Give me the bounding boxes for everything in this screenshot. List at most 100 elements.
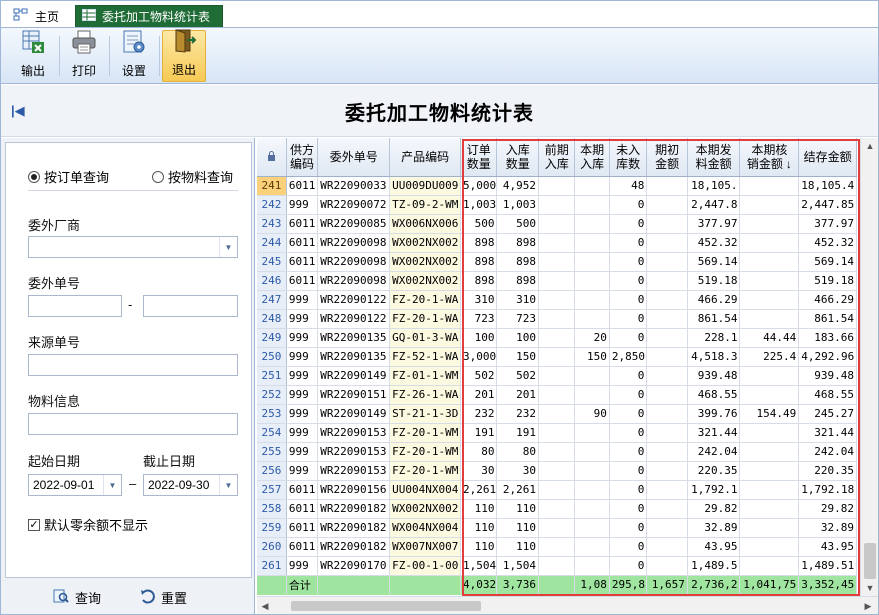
scroll-down-icon[interactable]: ▼ (861, 580, 879, 596)
print-button[interactable]: 打印 (62, 30, 106, 82)
cell-product-code-col: UU004NX004 (389, 480, 462, 500)
vertical-scrollbar[interactable]: ▲ ▼ (860, 138, 878, 596)
cell-closing-amount-col: 377.97 (798, 214, 857, 234)
table-row[interactable]: 248 999 WR22090122 FZ-20-1-WA 723 723 0 861.54 8… (257, 309, 857, 329)
column-header-period-received-col[interactable]: 本期 入库 (574, 138, 610, 177)
home-icon (13, 8, 29, 25)
horizontal-scroll-thumb[interactable] (291, 601, 481, 611)
cell-vendor-code-col: 6011 (286, 176, 319, 196)
table-row[interactable]: 246 6011 WR22090098 WX002NX002 898 898 0 519.18… (257, 271, 857, 291)
cell-pending-qty-col: 0 (609, 537, 648, 557)
reset-button[interactable]: 重置 (139, 588, 187, 607)
scroll-left-icon[interactable]: ◀ (257, 597, 273, 615)
column-header-row-number-col[interactable] (257, 138, 287, 177)
column-header-closing-amount-col[interactable]: 结存金额 (798, 138, 857, 177)
column-header-label: 供方 编码 (290, 142, 315, 171)
table-row[interactable]: 257 6011 WR22090156 UU004NX004 2,261 2,261 0 1,… (257, 480, 857, 500)
table-row[interactable]: 251 999 WR22090149 FZ-01-1-WM 502 502 0 939.48 9… (257, 366, 857, 386)
app-window: 主页 委托加工物料统计表 输出 打印 设置 退出 |◀ 委托加工物料统计表 按订… (0, 0, 879, 615)
cell-period-received-col (574, 442, 610, 462)
table-row[interactable]: 245 6011 WR22090098 WX002NX002 898 898 0 569.14… (257, 252, 857, 272)
cell-row-number-col: 255 (257, 442, 287, 462)
vendor-select[interactable]: ▼ (28, 236, 238, 258)
order-no-to-input[interactable] (143, 295, 238, 317)
cell-vendor-code-col: 6011 (286, 518, 319, 538)
table-row[interactable]: 260 6011 WR22090182 WX007NX007 110 110 0 43.95 4… (257, 537, 857, 557)
vertical-scroll-thumb[interactable] (864, 543, 876, 579)
cell-order-qty-col: 80 (460, 442, 498, 462)
order-no-from-input[interactable] (28, 295, 122, 317)
column-header-order-qty-col[interactable]: 订单 数量 (460, 138, 498, 177)
column-header-vendor-code-col[interactable]: 供方 编码 (286, 138, 319, 177)
cell-row-number-col: 248 (257, 309, 287, 329)
table-row[interactable]: 255 999 WR22090153 FZ-20-1-WM 80 80 0 242.04 242… (257, 442, 857, 462)
table-row[interactable]: 254 999 WR22090153 FZ-20-1-WM 191 191 0 321.44 3… (257, 423, 857, 443)
cell-prior-received-col (538, 309, 576, 329)
cell-closing-amount-col: 452.32 (798, 233, 857, 253)
column-header-opening-amount-col[interactable]: 期初 金额 (646, 138, 688, 177)
cell-closing-amount-col: 939.48 (798, 366, 857, 386)
total-cell-received-qty-col: 3,736 (496, 575, 539, 595)
exit-label: 退出 (171, 63, 196, 77)
start-date-picker[interactable]: 2022-09-01 ▼ (28, 474, 122, 496)
column-header-period-issue-amount-col[interactable]: 本期发 料金额 (687, 138, 741, 177)
cell-opening-amount-col (646, 518, 688, 538)
table-row[interactable]: 256 999 WR22090153 FZ-20-1-WM 30 30 0 220.35 220… (257, 461, 857, 481)
tab-report[interactable]: 委托加工物料统计表 (75, 5, 223, 27)
cell-closing-amount-col: 245.27 (798, 404, 857, 424)
column-header-outsource-order-col[interactable]: 委外单号 (317, 138, 391, 177)
hide-zero-balance-checkbox[interactable]: ✓ 默认零余额不显示 (28, 515, 148, 534)
table-row[interactable]: 261 999 WR22090170 FZ-00-1-00 1,504 1,504 0 1,4… (257, 556, 857, 576)
exit-button[interactable]: 退出 (162, 29, 206, 82)
column-header-received-qty-col[interactable]: 入库 数量 (496, 138, 539, 177)
chevron-down-icon[interactable]: ▼ (219, 475, 237, 495)
tab-report-label: 委托加工物料统计表 (102, 10, 211, 24)
cell-product-code-col: GQ-01-3-WA (389, 328, 462, 348)
query-button[interactable]: 查询 (53, 588, 101, 607)
column-header-pending-qty-col[interactable]: 未入 库数 (609, 138, 648, 177)
tab-home[interactable]: 主页 (7, 5, 69, 27)
table-row[interactable]: 242 999 WR22090072 TZ-09-2-WM 1,003 1,003 0 2,4… (257, 195, 857, 215)
table-row[interactable]: 241 6011 WR22090033 UU009DU009 5,000 4,952 48 1… (257, 176, 857, 196)
scroll-right-icon[interactable]: ▶ (860, 597, 876, 615)
cell-period-writeoff-amount-col (739, 252, 800, 272)
chevron-down-icon[interactable]: ▼ (219, 237, 237, 257)
material-info-input[interactable] (28, 413, 238, 435)
table-row[interactable]: 258 6011 WR22090182 WX002NX002 110 110 0 29.82 2… (257, 499, 857, 519)
cell-outsource-order-col: WR22090135 (317, 347, 391, 367)
horizontal-scrollbar[interactable]: ◀ ▶ (257, 596, 878, 614)
chevron-down-icon[interactable]: ▼ (103, 475, 121, 495)
radio-dot (152, 170, 164, 183)
cell-order-qty-col: 110 (460, 499, 498, 519)
sort-desc-icon[interactable]: ↓ (786, 157, 792, 171)
column-header-period-writeoff-amount-col[interactable]: 本期核 销金额 ↓ (739, 138, 800, 177)
radio-query-by-order[interactable]: 按订单查询 (28, 167, 109, 186)
column-header-prior-received-col[interactable]: 前期 入库 (538, 138, 576, 177)
export-button[interactable]: 输出 (11, 30, 55, 82)
cell-period-writeoff-amount-col: 44.44 (739, 328, 800, 348)
cell-vendor-code-col: 6011 (286, 480, 319, 500)
cell-opening-amount-col (646, 347, 688, 367)
table-row[interactable]: 252 999 WR22090151 FZ-26-1-WA 201 201 0 468.55 4… (257, 385, 857, 405)
table-row[interactable]: 259 6011 WR22090182 WX004NX004 110 110 0 32.89 3… (257, 518, 857, 538)
cell-period-writeoff-amount-col: 225.4 (739, 347, 800, 367)
table-row[interactable]: 244 6011 WR22090098 WX002NX002 898 898 0 452.32… (257, 233, 857, 253)
table-row[interactable]: 250 999 WR22090135 FZ-52-1-WA 3,000 150 150 2,8… (257, 347, 857, 367)
table-row[interactable]: 243 6011 WR22090085 WX006NX006 500 500 0 377.97… (257, 214, 857, 234)
settings-button[interactable]: 设置 (112, 30, 156, 82)
end-date-picker[interactable]: 2022-09-30 ▼ (143, 474, 238, 496)
cell-order-qty-col: 2,261 (460, 480, 498, 500)
table-row[interactable]: 253 999 WR22090149 ST-21-1-3D 232 232 90 0 399.7… (257, 404, 857, 424)
cell-pending-qty-col: 0 (609, 233, 648, 253)
cell-received-qty-col: 898 (496, 271, 539, 291)
scroll-up-icon[interactable]: ▲ (861, 138, 879, 154)
table-row[interactable]: 249 999 WR22090135 GQ-01-3-WA 100 100 20 0 228.1… (257, 328, 857, 348)
column-header-product-code-col[interactable]: 产品编码 (389, 138, 462, 177)
cell-order-qty-col: 3,000 (460, 347, 498, 367)
table-row[interactable]: 247 999 WR22090122 FZ-20-1-WA 310 310 0 466.29 4… (257, 290, 857, 310)
cell-period-writeoff-amount-col (739, 290, 800, 310)
cell-period-received-col: 20 (574, 328, 610, 348)
radio-query-by-material[interactable]: 按物料查询 (152, 167, 233, 186)
source-no-input[interactable] (28, 354, 238, 376)
cell-closing-amount-col: 4,292.96 (798, 347, 857, 367)
